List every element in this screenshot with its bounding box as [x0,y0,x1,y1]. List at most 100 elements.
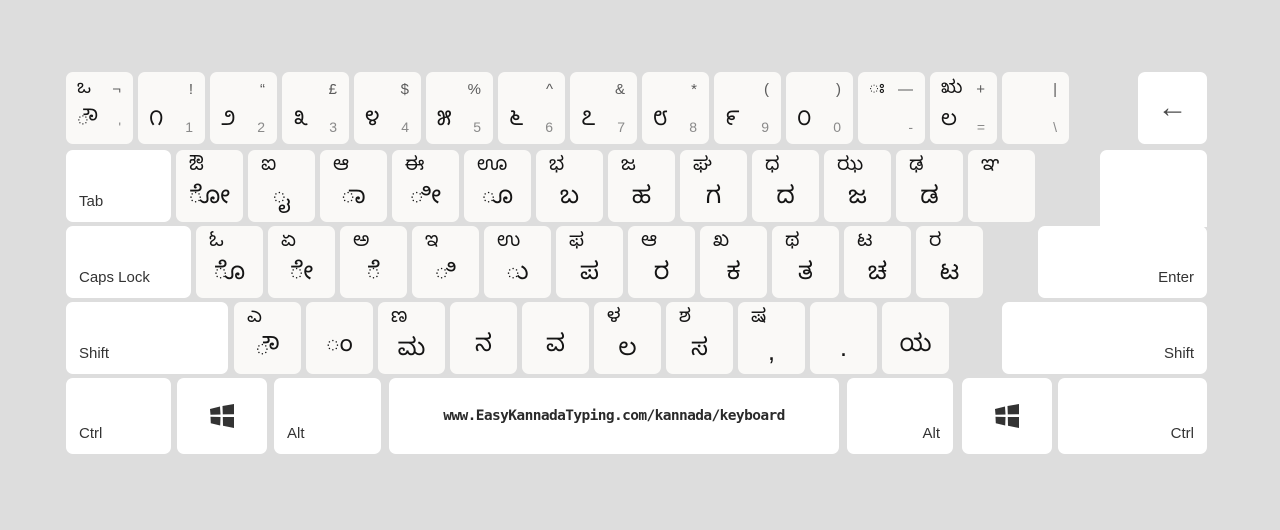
key-quote-legend: ಟ [939,260,960,292]
key-enter-upper-part[interactable] [1100,150,1207,227]
key-8-legend: * [691,81,697,98]
key-g[interactable]: ಉು [484,226,551,298]
key-p-shift-legend: ಝ [837,156,864,181]
key-o-shift-legend: ಧ [765,156,780,181]
key-p[interactable]: ಝಜ [824,150,891,222]
key-l-legend: ತ [798,260,813,292]
key-x[interactable]: ಂ [306,302,373,374]
key-semicolon-shift-legend: ಟ [857,232,873,257]
key-i-shift-legend: ಘ [693,156,712,181]
windows-logo-icon [210,404,234,428]
key-slash[interactable]: ಯ [882,302,949,374]
key-alt-right[interactable]: Alt [847,378,953,454]
key-semicolon[interactable]: ಟಚ [844,226,911,298]
key-alt-left-label: Alt [287,425,305,442]
key-l[interactable]: ಥತ [772,226,839,298]
key-windows-right[interactable] [962,378,1052,454]
key-0-legend: ೦ [797,109,812,137]
key-e[interactable]: ಆಾ [320,150,387,222]
key-minus[interactable]: ಃ — - [858,72,925,144]
key-4[interactable]: $೪ 4 [354,72,421,144]
key-x-legend: ಂ [326,332,353,364]
key-minus-legend: - [908,119,913,135]
key-z[interactable]: ಎೌ [234,302,301,374]
key-bracketright[interactable]: ಞ [968,150,1035,222]
key-i-legend: ಗ [705,184,722,216]
key-y-shift-legend: ಭ [549,156,565,181]
key-y[interactable]: ಭಬ [536,150,603,222]
key-m[interactable]: ಶಸ [666,302,733,374]
key-q[interactable]: ಔೋ [176,150,243,222]
key-i[interactable]: ಘಗ [680,150,747,222]
key-capslock[interactable]: Caps Lock [66,226,191,298]
key-backquote[interactable]: ಒ ¬ೌ ' [66,72,133,144]
key-comma[interactable]: ಷ, [738,302,805,374]
key-slash-legend: ಯ [899,332,932,364]
key-shift-left[interactable]: Shift [66,302,228,374]
key-period[interactable]: . [810,302,877,374]
key-1[interactable]: ! ೧ 1 [138,72,205,144]
key-6[interactable]: ^ ೬ 6 [498,72,565,144]
key-6-legend: 6 [545,119,553,135]
key-equal-legend: ಲ [941,109,957,137]
key-7-legend: ೭ [581,109,596,137]
key-equal-legend: + [976,81,985,98]
key-7[interactable]: & ೭ 7 [570,72,637,144]
key-f[interactable]: ಇಿ [412,226,479,298]
key-k[interactable]: ಖಕ [700,226,767,298]
key-k-shift-legend: ಖ [713,232,730,257]
key-t[interactable]: ಊೂ [464,150,531,222]
key-9-legend: 9 [761,119,769,135]
key-k-legend: ಕ [726,260,741,292]
key-o-legend: ದ [776,184,795,216]
key-5-legend: 5 [473,119,481,135]
key-z-legend: ೌ [255,336,280,368]
key-equal[interactable]: ಋ + ಲ = [930,72,997,144]
key-quote[interactable]: ರಟ [916,226,983,298]
key-backslash[interactable]: | \ [1002,72,1069,144]
key-9[interactable]: (೯ 9 [714,72,781,144]
key-5[interactable]: % ೫ 5 [426,72,493,144]
key-bracketleft[interactable]: ಢಡ [896,150,963,222]
key-n[interactable]: ಳಲ [594,302,661,374]
key-4-legend: $ [400,81,409,98]
key-w-shift-legend: ಐ [261,156,277,181]
key-r[interactable]: ಈೀ [392,150,459,222]
key-j[interactable]: ಆರ [628,226,695,298]
key-u-shift-legend: ಜ [621,156,636,181]
key-enter[interactable]: Enter [1038,226,1207,298]
key-8[interactable]: * ೮ 8 [642,72,709,144]
key-backspace[interactable]: ← [1138,72,1207,144]
key-shift-right[interactable]: Shift [1002,302,1207,374]
key-bracketright-shift-legend: ಞ [981,156,1000,181]
key-3[interactable]: £೩ 3 [282,72,349,144]
key-windows-left[interactable] [177,378,267,454]
key-d-legend: ೆ [366,260,381,292]
key-h[interactable]: ಫಪ [556,226,623,298]
key-tab[interactable]: Tab [66,150,171,222]
key-ctrl-left[interactable]: Ctrl [66,378,171,454]
key-t-legend: ೂ [481,184,514,216]
key-o[interactable]: ಧದ [752,150,819,222]
key-u[interactable]: ಜಹ [608,150,675,222]
key-b[interactable]: ವ [522,302,589,374]
key-s[interactable]: ಏೇ [268,226,335,298]
key-0[interactable]: ) ೦ 0 [786,72,853,144]
key-c-legend: ಮ [397,336,426,368]
key-c[interactable]: ಣಮ [378,302,445,374]
key-ctrl-left-label: Ctrl [79,425,103,442]
key-alt-left[interactable]: Alt [274,378,381,454]
key-p-legend: ಜ [848,184,867,216]
key-space[interactable]: www.EasyKannadaTyping.com/kannada/keyboa… [389,378,839,454]
key-bracketleft-legend: ಡ [920,184,939,216]
key-v[interactable]: ನ [450,302,517,374]
key-semicolon-legend: ಚ [867,260,888,292]
key-l-shift-legend: ಥ [785,232,800,257]
key-ctrl-right[interactable]: Ctrl [1058,378,1207,454]
key-w[interactable]: ಐೖ [248,150,315,222]
key-2[interactable]: “ ೨ 2 [210,72,277,144]
key-4-legend: 4 [401,119,409,135]
key-a[interactable]: ಓೊ [196,226,263,298]
key-d[interactable]: ಅೆ [340,226,407,298]
key-n-legend: ಲ [618,336,637,368]
